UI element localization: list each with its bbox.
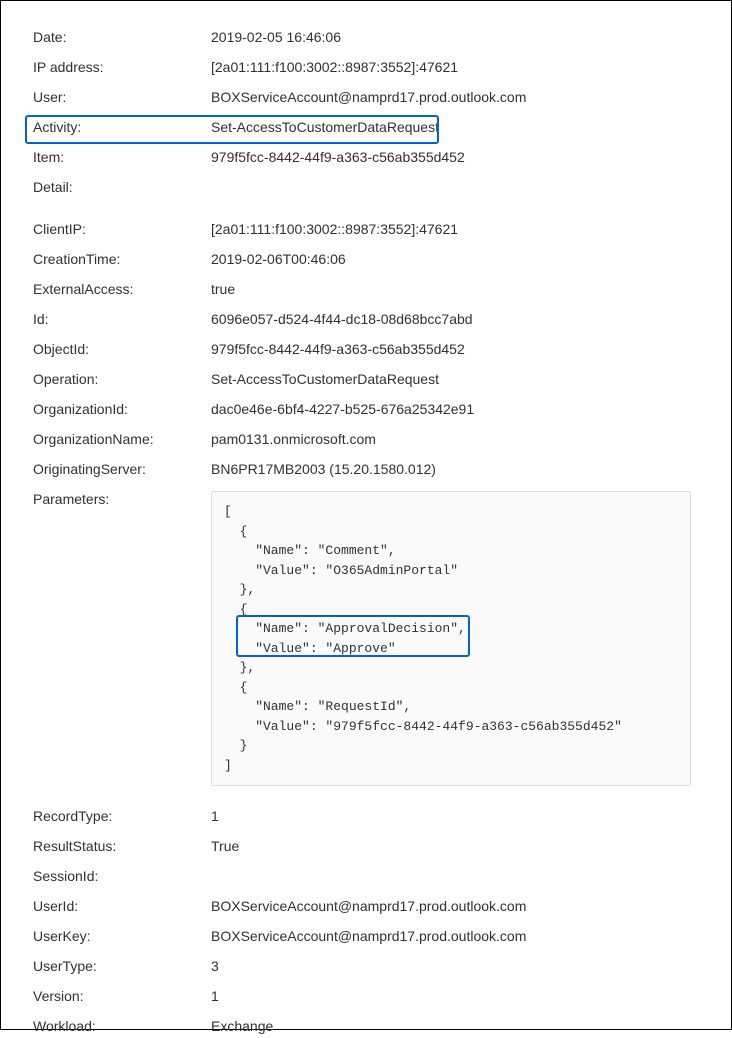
value-activity: Set-AccessToCustomerDataRequest: [211, 119, 699, 135]
row-clientip: ClientIP: [2a01:111:f100:3002::8987:3552…: [33, 221, 699, 241]
value-creationtime: 2019-02-06T00:46:06: [211, 251, 699, 267]
code-line: "Value": "979f5fcc-8442-44f9-a363-c56ab3…: [224, 719, 622, 734]
label-user: User:: [33, 89, 211, 105]
label-usertype: UserType:: [33, 958, 211, 974]
value-item: 979f5fcc-8442-44f9-a363-c56ab355d452: [211, 149, 699, 165]
label-parameters: Parameters:: [33, 491, 211, 507]
row-organizationid: OrganizationId: dac0e46e-6bf4-4227-b525-…: [33, 401, 699, 421]
code-line: "Name": "RequestId",: [224, 699, 411, 714]
label-objectid: ObjectId:: [33, 341, 211, 357]
value-objectid: 979f5fcc-8442-44f9-a363-c56ab355d452: [211, 341, 699, 357]
value-date: 2019-02-05 16:46:06: [211, 29, 699, 45]
row-creationtime: CreationTime: 2019-02-06T00:46:06: [33, 251, 699, 271]
label-externalaccess: ExternalAccess:: [33, 281, 211, 297]
label-detail: Detail:: [33, 179, 211, 195]
row-resultstatus: ResultStatus: True: [33, 838, 699, 858]
row-id: Id: 6096e057-d524-4f44-dc18-08d68bcc7abd: [33, 311, 699, 331]
row-recordtype: RecordType: 1: [33, 808, 699, 828]
value-clientip: [2a01:111:f100:3002::8987:3552]:47621: [211, 221, 699, 237]
row-externalaccess: ExternalAccess: true: [33, 281, 699, 301]
label-item: Item:: [33, 149, 211, 165]
row-item: Item: 979f5fcc-8442-44f9-a363-c56ab355d4…: [33, 149, 699, 169]
label-ip: IP address:: [33, 59, 211, 75]
row-ip: IP address: [2a01:111:f100:3002::8987:35…: [33, 59, 699, 79]
label-activity: Activity:: [33, 119, 211, 135]
value-user: BOXServiceAccount@namprd17.prod.outlook.…: [211, 89, 699, 105]
code-line: },: [224, 582, 255, 597]
row-usertype: UserType: 3: [33, 958, 699, 978]
code-line: {: [224, 524, 247, 539]
label-recordtype: RecordType:: [33, 808, 211, 824]
row-activity: Activity: Set-AccessToCustomerDataReques…: [33, 119, 699, 139]
row-operation: Operation: Set-AccessToCustomerDataReque…: [33, 371, 699, 391]
label-sessionid: SessionId:: [33, 868, 211, 884]
value-originatingserver: BN6PR17MB2003 (15.20.1580.012): [211, 461, 699, 477]
value-organizationname: pam0131.onmicrosoft.com: [211, 431, 699, 447]
value-resultstatus: True: [211, 838, 699, 854]
code-line: },: [224, 660, 255, 675]
value-id: 6096e057-d524-4f44-dc18-08d68bcc7abd: [211, 311, 699, 327]
label-organizationid: OrganizationId:: [33, 401, 211, 417]
label-organizationname: OrganizationName:: [33, 431, 211, 447]
value-recordtype: 1: [211, 808, 699, 824]
label-clientip: ClientIP:: [33, 221, 211, 237]
value-ip: [2a01:111:f100:3002::8987:3552]:47621: [211, 59, 699, 75]
row-version: Version: 1: [33, 988, 699, 1008]
label-workload: Workload:: [33, 1018, 211, 1034]
label-date: Date:: [33, 29, 211, 45]
row-objectid: ObjectId: 979f5fcc-8442-44f9-a363-c56ab3…: [33, 341, 699, 361]
value-organizationid: dac0e46e-6bf4-4227-b525-676a25342e91: [211, 401, 699, 417]
code-line: [: [224, 504, 232, 519]
code-line: "Name": "Comment",: [224, 543, 396, 558]
value-workload: Exchange: [211, 1018, 699, 1034]
row-userid: UserId: BOXServiceAccount@namprd17.prod.…: [33, 898, 699, 918]
row-userkey: UserKey: BOXServiceAccount@namprd17.prod…: [33, 928, 699, 948]
value-operation: Set-AccessToCustomerDataRequest: [211, 371, 699, 387]
value-userid: BOXServiceAccount@namprd17.prod.outlook.…: [211, 898, 699, 914]
label-creationtime: CreationTime:: [33, 251, 211, 267]
code-line: "Value": "O365AdminPortal": [224, 563, 458, 578]
code-line: }: [224, 738, 247, 753]
value-usertype: 3: [211, 958, 699, 974]
parameters-code: [ { "Name": "Comment", "Value": "O365Adm…: [211, 491, 691, 786]
code-line: {: [224, 602, 247, 617]
label-userkey: UserKey:: [33, 928, 211, 944]
code-line: "Name": "ApprovalDecision",: [224, 621, 466, 636]
row-date: Date: 2019-02-05 16:46:06: [33, 29, 699, 49]
code-line: {: [224, 680, 247, 695]
row-user: User: BOXServiceAccount@namprd17.prod.ou…: [33, 89, 699, 109]
label-originatingserver: OriginatingServer:: [33, 461, 211, 477]
label-userid: UserId:: [33, 898, 211, 914]
code-line: "Value": "Approve": [224, 641, 396, 656]
code-line: ]: [224, 758, 232, 773]
row-organizationname: OrganizationName: pam0131.onmicrosoft.co…: [33, 431, 699, 451]
row-parameters: Parameters: [ { "Name": "Comment", "Valu…: [33, 491, 699, 786]
row-originatingserver: OriginatingServer: BN6PR17MB2003 (15.20.…: [33, 461, 699, 481]
label-id: Id:: [33, 311, 211, 327]
value-externalaccess: true: [211, 281, 699, 297]
row-detail: Detail:: [33, 179, 699, 199]
label-operation: Operation:: [33, 371, 211, 387]
label-resultstatus: ResultStatus:: [33, 838, 211, 854]
label-version: Version:: [33, 988, 211, 1004]
row-workload: Workload: Exchange: [33, 1018, 699, 1038]
value-userkey: BOXServiceAccount@namprd17.prod.outlook.…: [211, 928, 699, 944]
value-version: 1: [211, 988, 699, 1004]
row-sessionid: SessionId:: [33, 868, 699, 888]
